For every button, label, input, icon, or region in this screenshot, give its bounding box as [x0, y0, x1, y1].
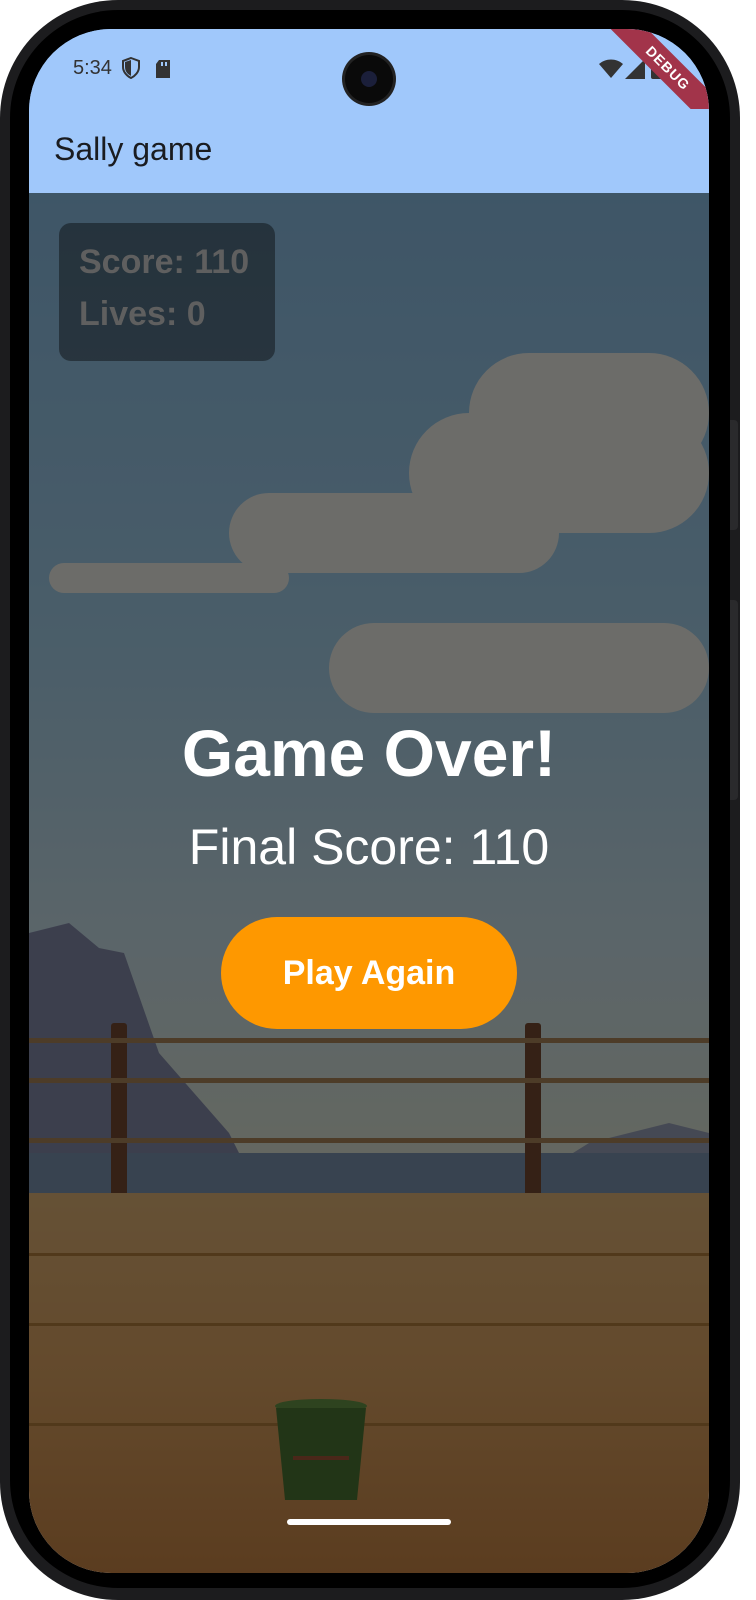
signal-icon — [625, 59, 645, 79]
home-indicator[interactable] — [287, 1519, 451, 1525]
sd-card-icon — [156, 60, 170, 78]
game-canvas[interactable]: Score: 110 Lives: 0 Game Over! Final Sco… — [29, 193, 709, 1573]
lives-text: Lives: 0 — [79, 295, 206, 333]
score-text: Score: 110 — [79, 243, 250, 281]
score-panel: Score: 110 Lives: 0 — [59, 223, 275, 361]
status-time: 5:34 — [73, 57, 112, 79]
status-bar: 5:34 DEBUG — [29, 29, 709, 138]
play-again-button[interactable]: Play Again — [221, 917, 517, 1029]
game-over-title: Game Over! — [181, 716, 557, 790]
final-score-text: Final Score: 110 — [188, 819, 550, 875]
app-bar: Sally game — [29, 109, 709, 193]
front-camera — [345, 55, 393, 103]
shield-icon — [122, 57, 140, 79]
screen: 5:34 DEBUG Sally game Score: 110 Lives: … — [29, 29, 709, 1573]
game-over-overlay — [29, 193, 709, 1573]
phone-frame: 5:34 DEBUG Sally game Score: 110 Lives: … — [0, 0, 740, 1600]
wifi-icon — [599, 59, 623, 78]
app-bar-title: Sally game — [54, 131, 213, 167]
